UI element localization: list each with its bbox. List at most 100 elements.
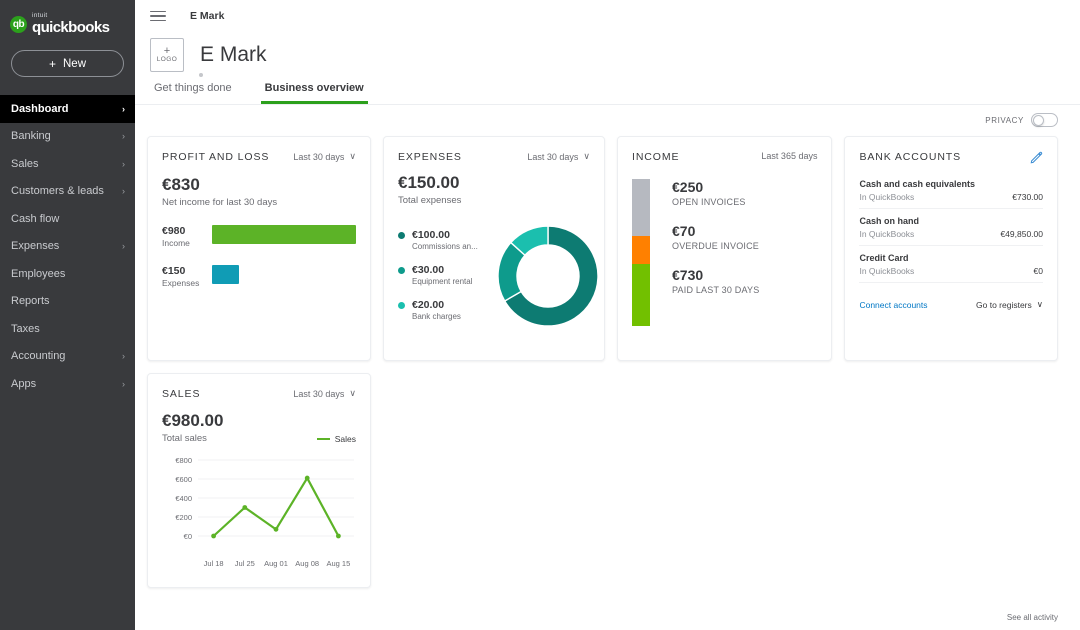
income-body: €250OPEN INVOICES€70OVERDUE INVOICE€730P… — [618, 163, 831, 326]
bar-amount: €150 — [162, 265, 204, 277]
sales-data-point[interactable] — [336, 534, 341, 539]
sidebar-item-expenses[interactable]: Expenses › — [0, 233, 135, 261]
sales-data-point[interactable] — [211, 534, 216, 539]
go-to-registers-label: Go to registers — [976, 300, 1032, 310]
income-legend: €250OPEN INVOICES€70OVERDUE INVOICE€730P… — [672, 179, 817, 326]
edit-pencil-icon[interactable] — [1030, 151, 1043, 164]
dashboard-grid: PROFIT AND LOSS Last 30 days ∨ €830 Net … — [135, 127, 1080, 588]
quickbooks-logo-icon: qb — [10, 16, 27, 33]
pencil-icon-svg — [1030, 151, 1043, 164]
tab-business-overview[interactable]: Business overview — [261, 82, 368, 104]
chevron-down-icon: ∨ — [1037, 299, 1043, 310]
bank-account-balance: €49,850.00 — [1000, 229, 1043, 239]
sidebar-item-label: Accounting — [11, 350, 65, 362]
bar-label-block: €150Expenses — [162, 265, 204, 288]
expense-amount: €20.00 — [412, 299, 461, 311]
date-range-selector[interactable]: Last 30 days ∨ — [527, 151, 590, 162]
card-title: PROFIT AND LOSS — [162, 151, 269, 163]
sidebar-item-taxes[interactable]: Taxes — [0, 315, 135, 343]
income-amount: €250 — [672, 179, 817, 195]
hamburger-menu-icon[interactable] — [150, 11, 166, 22]
bank-account-row[interactable]: Cash on hand In QuickBooks €49,850.00 — [859, 209, 1043, 246]
income-amount: €730 — [672, 267, 817, 283]
total-sales-amount: €980.00 — [162, 411, 223, 431]
expense-category: Commissions an... — [412, 242, 478, 251]
bank-account-source: In QuickBooks — [859, 266, 914, 276]
date-range-selector[interactable]: Last 30 days ∨ — [293, 388, 356, 399]
tab-get-things-done[interactable]: Get things done — [150, 82, 236, 104]
expense-category: Bank charges — [412, 312, 461, 321]
card-header: EXPENSES Last 30 days ∨ — [384, 137, 604, 163]
expense-amount: €30.00 — [412, 264, 472, 276]
profit-and-loss-body: €830 Net income for last 30 days €980Inc… — [148, 163, 370, 288]
tab-bar: Get things done Business overview — [135, 82, 1080, 104]
see-all-activity-link[interactable]: See all activity — [1007, 613, 1058, 622]
sidebar-item-sales[interactable]: Sales› — [0, 150, 135, 178]
expenses-breakdown: €100.00Commissions an... €30.00Equipment … — [384, 206, 604, 330]
sidebar-item-label: Expenses — [11, 240, 59, 252]
connect-accounts-link[interactable]: Connect accounts — [859, 300, 927, 310]
sidebar-item-dashboard[interactable]: Dashboard› — [0, 95, 135, 123]
sales-chart-legend: Sales — [317, 434, 356, 444]
sidebar-item-employees[interactable]: Employees — [0, 260, 135, 288]
sales-data-point[interactable] — [242, 505, 247, 510]
bank-account-name: Cash on hand — [859, 216, 1043, 226]
toggle-knob — [1033, 115, 1044, 126]
x-axis-tick-label: Aug 08 — [290, 559, 324, 568]
expense-amount: €100.00 — [412, 229, 478, 241]
legend-dot-icon — [398, 232, 405, 239]
card-title: INCOME — [632, 151, 679, 163]
brand-logo[interactable]: qb intuit quickbooks — [0, 0, 135, 36]
legend-text-block: €100.00Commissions an... — [412, 229, 478, 251]
profit-and-loss-card: PROFIT AND LOSS Last 30 days ∨ €830 Net … — [147, 136, 371, 361]
top-bar: E Mark — [135, 0, 1080, 32]
sidebar-item-cash-flow[interactable]: Cash flow — [0, 205, 135, 233]
sales-data-point[interactable] — [274, 527, 279, 532]
card-header: INCOME Last 365 days — [618, 137, 831, 163]
privacy-toggle[interactable] — [1031, 113, 1058, 127]
bank-account-detail: In QuickBooks€730.00 — [859, 192, 1043, 202]
bank-account-row[interactable]: Credit Card In QuickBooks€0 — [859, 246, 1043, 283]
profit-loss-bar-row: €150Expenses — [162, 265, 356, 288]
bank-account-source: In QuickBooks — [859, 192, 914, 202]
card-title: SALES — [162, 388, 200, 400]
date-range-selector[interactable]: Last 30 days ∨ — [293, 151, 356, 162]
date-range-label-static: Last 365 days — [761, 151, 817, 161]
expenses-card: EXPENSES Last 30 days ∨ €150.00 Total ex… — [383, 136, 605, 361]
add-logo-button[interactable]: + LOGO — [150, 38, 184, 72]
sidebar-item-apps[interactable]: Apps› — [0, 370, 135, 398]
sidebar-item-banking[interactable]: Banking› — [0, 123, 135, 151]
sidebar-item-reports[interactable]: Reports — [0, 288, 135, 316]
bank-account-row[interactable]: Cash and cash equivalents In QuickBooks€7… — [859, 172, 1043, 209]
bank-account-detail: In QuickBooks €49,850.00 — [859, 229, 1043, 239]
bank-accounts-list: Cash and cash equivalents In QuickBooks€7… — [845, 164, 1057, 283]
chevron-down-icon: ∨ — [583, 151, 590, 162]
x-axis-tick-label: Jul 25 — [228, 559, 262, 568]
sidebar-item-label: Apps — [11, 378, 36, 390]
company-header: + LOGO E Mark — [135, 32, 1080, 72]
privacy-row: PRIVACY — [135, 105, 1080, 127]
expenses-donut-chart — [494, 216, 602, 330]
income-bar-segment — [632, 264, 650, 326]
legend-text-block: €30.00Equipment rental — [412, 264, 472, 286]
tab-label: Business overview — [265, 82, 364, 94]
sidebar-item-customers-leads[interactable]: Customers & leads› — [0, 178, 135, 206]
sidebar-item-accounting[interactable]: Accounting› — [0, 343, 135, 371]
bank-account-name: Credit Card — [859, 253, 1043, 263]
expense-legend-item: €20.00Bank charges — [398, 299, 494, 321]
chevron-right-icon: › — [122, 241, 125, 251]
bank-account-source: In QuickBooks — [859, 229, 914, 239]
new-button[interactable]: + New — [11, 50, 124, 77]
y-axis-tick-label: €600 — [162, 475, 192, 484]
income-label: OVERDUE INVOICE — [672, 241, 817, 251]
tab-label: Get things done — [154, 82, 232, 94]
x-axis-tick-label: Jul 18 — [197, 559, 231, 568]
page-title: E Mark — [200, 43, 267, 67]
logo-placeholder-label: LOGO — [157, 56, 177, 63]
x-axis-tick-label: Aug 15 — [321, 559, 355, 568]
bank-account-detail: In QuickBooks€0 — [859, 266, 1043, 276]
x-axis-tick-label: Aug 01 — [259, 559, 293, 568]
go-to-registers-button[interactable]: Go to registers ∨ — [976, 299, 1043, 310]
bank-account-name: Cash and cash equivalents — [859, 179, 1043, 189]
sales-data-point[interactable] — [305, 476, 310, 481]
